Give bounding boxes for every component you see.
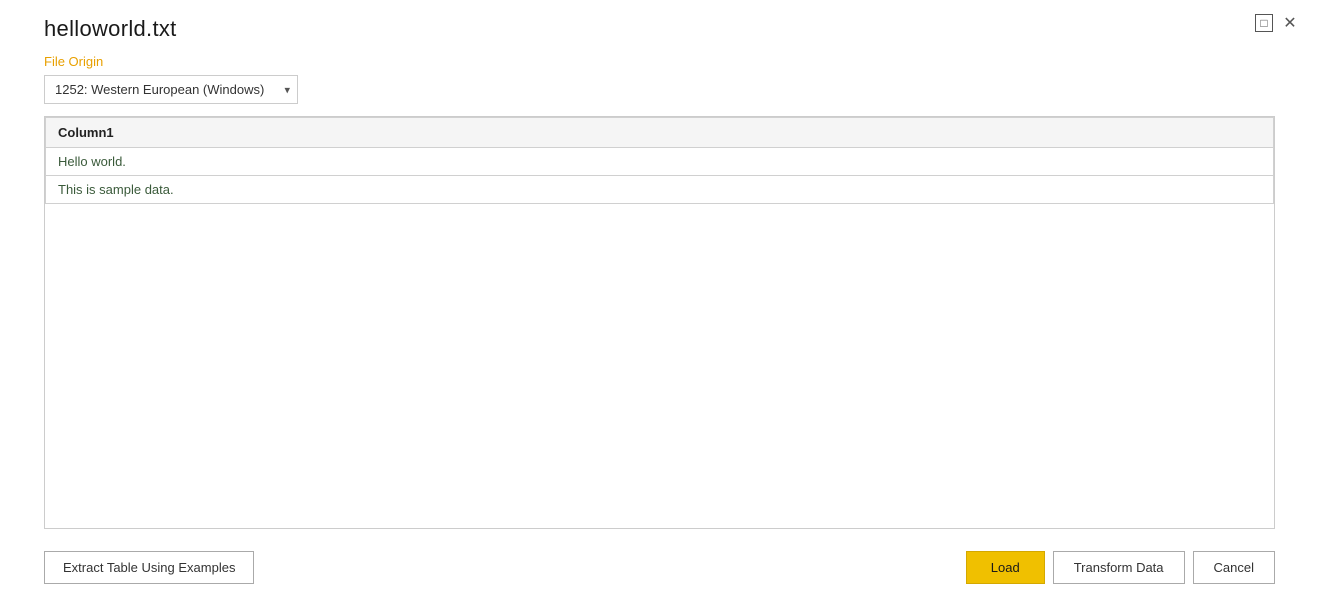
load-button[interactable]: Load [966,551,1045,584]
bottom-right: Load Transform Data Cancel [966,551,1275,584]
file-origin-section: File Origin 1252: Western European (Wind… [0,50,1319,112]
file-origin-dropdown-wrapper: 1252: Western European (Windows) 65001: … [44,75,298,104]
close-button[interactable]: ✕ [1281,14,1299,32]
table-row: This is sample data. [46,176,1274,204]
title-bar: helloworld.txt [0,0,1319,50]
table-area: Column1 Hello world.This is sample data. [44,116,1275,529]
file-origin-label: File Origin [44,54,1275,69]
transform-data-button[interactable]: Transform Data [1053,551,1185,584]
bottom-bar: Extract Table Using Examples Load Transf… [0,541,1319,600]
table-row: Hello world. [46,148,1274,176]
extract-table-button[interactable]: Extract Table Using Examples [44,551,254,584]
cancel-button[interactable]: Cancel [1193,551,1275,584]
column1-header: Column1 [46,118,1274,148]
maximize-button[interactable]: □ [1255,14,1273,32]
bottom-left: Extract Table Using Examples [44,551,254,584]
table-cell: Hello world. [46,148,1274,176]
close-icon: ✕ [1283,13,1296,33]
data-table: Column1 Hello world.This is sample data. [45,117,1274,204]
window-title: helloworld.txt [44,16,177,42]
maximize-icon: □ [1260,16,1267,30]
main-window: helloworld.txt □ ✕ File Origin 1252: Wes… [0,0,1319,600]
table-cell: This is sample data. [46,176,1274,204]
window-controls: □ ✕ [1255,14,1299,32]
file-origin-dropdown[interactable]: 1252: Western European (Windows) 65001: … [44,75,298,104]
table-header-row: Column1 [46,118,1274,148]
